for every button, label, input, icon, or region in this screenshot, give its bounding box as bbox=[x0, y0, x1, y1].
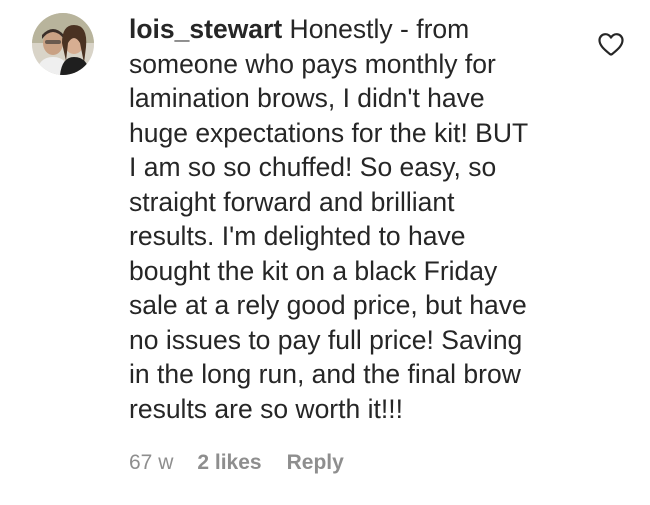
comment-text: Honestly - from someone who pays monthly… bbox=[129, 14, 529, 424]
avatar[interactable] bbox=[32, 13, 94, 75]
comment-username[interactable]: lois_stewart bbox=[129, 14, 282, 44]
likes-count-button[interactable]: 2 likes bbox=[197, 451, 261, 475]
comment-meta: 67 w 2 likes Reply bbox=[129, 451, 344, 475]
comment-age: 67 w bbox=[129, 451, 174, 474]
heart-outline-icon[interactable] bbox=[597, 31, 625, 57]
reply-button[interactable]: Reply bbox=[287, 451, 344, 475]
avatar-photo bbox=[32, 13, 94, 75]
comment-body: lois_stewart Honestly - from someone who… bbox=[129, 12, 579, 426]
comment: lois_stewart Honestly - from someone who… bbox=[0, 0, 650, 505]
